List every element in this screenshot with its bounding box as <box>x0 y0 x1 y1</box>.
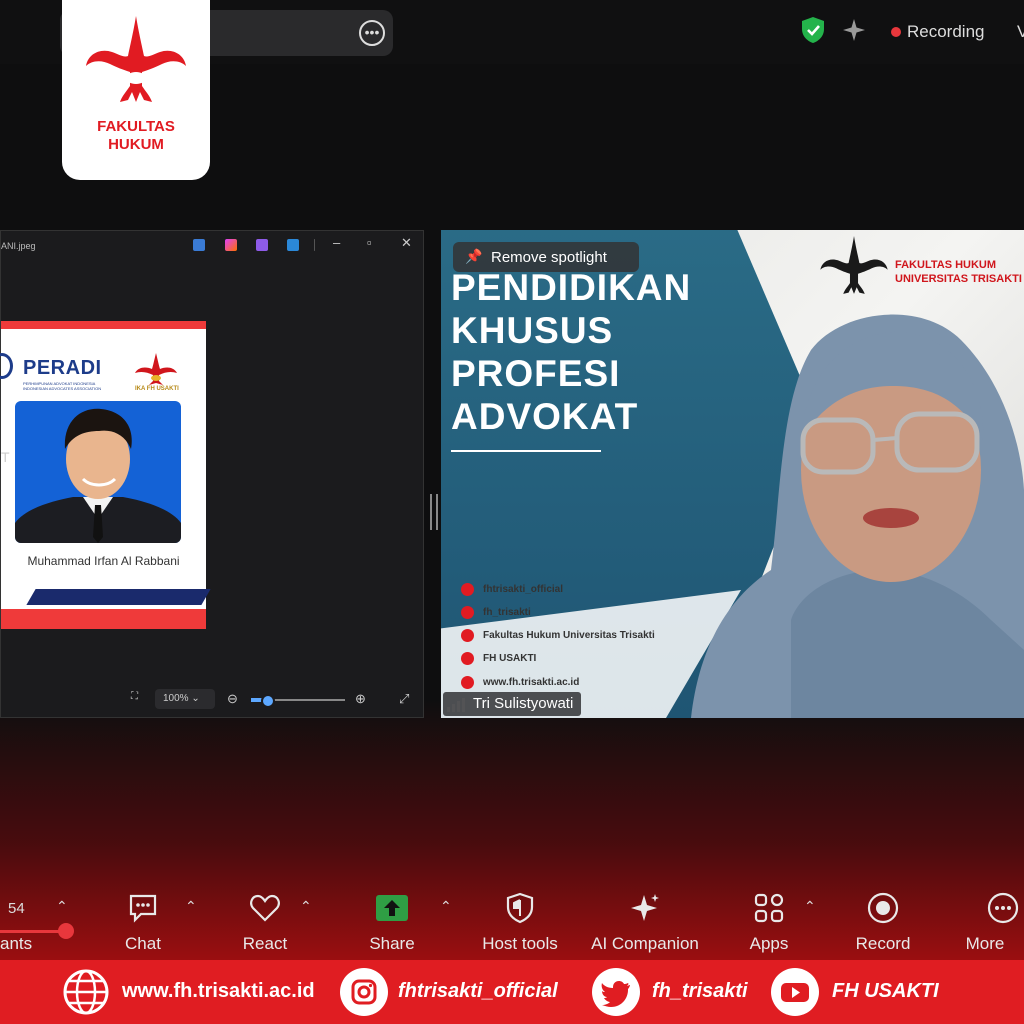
split-resize-handle[interactable] <box>430 494 438 530</box>
participants-count: 54 <box>8 900 25 917</box>
share-label: Share <box>369 934 415 953</box>
org-name: PERADI <box>23 357 102 379</box>
org-subtitle: PERHIMPUNAN ADVOKAT INDONESIA INDONESIAN… <box>23 381 102 391</box>
person-name: Muhammad Irfan Al Rabbani <box>27 554 180 568</box>
youtube-icon <box>771 968 819 1016</box>
zoom-out-icon[interactable]: ⊖ <box>227 691 238 707</box>
edit-icon[interactable] <box>193 239 205 251</box>
institution-name: FAKULTAS HUKUM UNIVERSITAS TRISAKTI <box>895 258 1022 286</box>
view-button-cut[interactable]: V <box>1017 22 1024 42</box>
apps-label: Apps <box>749 934 789 953</box>
toolbar-divider <box>314 239 315 251</box>
meeting-toolbar: 54 ⌃ ants Chat ⌃ React ⌃ Share ⌃ Host to… <box>0 880 1024 960</box>
slide-title-line2: KHUSUS <box>451 310 614 351</box>
shield-icon <box>506 892 534 924</box>
react-caret-icon[interactable]: ⌃ <box>300 898 312 915</box>
recording-label[interactable]: Recording <box>907 22 985 42</box>
chat-label: Chat <box>125 934 161 953</box>
speaker-video-tile[interactable]: PENDIDIKAN KHUSUS PROFESI ADVOKAT fhtris… <box>441 230 1024 718</box>
institution-line2: UNIVERSITAS TRISAKTI <box>895 273 1022 285</box>
more-label: More <box>965 934 1005 953</box>
share-caret-icon[interactable]: ⌃ <box>440 898 452 915</box>
remove-spotlight-button[interactable]: 📌 Remove spotlight <box>453 242 639 272</box>
globe-icon <box>461 676 474 689</box>
fullscreen-icon[interactable]: ⤢ <box>399 691 409 707</box>
speaker-name-tag: Tri Sulistyowati <box>443 692 582 716</box>
zoom-slider-knob[interactable] <box>261 694 275 708</box>
twitter-icon <box>461 606 474 619</box>
shared-image-viewer-window[interactable]: ANI.jpeg – ▫ ✕ PERADI PERHIMPUNAN ADVOKA… <box>0 230 424 718</box>
ellipsis-icon[interactable]: ••• <box>359 20 385 46</box>
more-icon <box>987 892 1019 924</box>
share-icon <box>376 895 408 921</box>
participants-label[interactable]: ants <box>0 934 32 954</box>
footer-youtube: FH USAKTI <box>832 980 939 1002</box>
record-label: Record <box>855 934 911 953</box>
security-shield-icon[interactable] <box>800 16 826 44</box>
apps-caret-icon[interactable]: ⌃ <box>804 898 816 915</box>
facebook-icon <box>461 629 474 642</box>
sparkle-icon <box>631 894 659 921</box>
member-id-card: PERADI PERHIMPUNAN ADVOKAT INDONESIA IND… <box>0 321 211 629</box>
zoom-select[interactable]: 100% ⌄ <box>155 689 215 709</box>
faculty-logo-card: FAKULTAS HUKUM <box>62 0 210 180</box>
globe-icon <box>63 969 109 1015</box>
heart-icon <box>250 894 280 922</box>
side-letter: T <box>1 449 10 465</box>
participants-caret-icon[interactable]: ⌃ <box>56 898 68 915</box>
apps-icon <box>754 893 784 923</box>
fit-view-icon[interactable]: ⛶ <box>131 691 138 702</box>
slide-title-line1: PENDIDIKAN <box>451 267 692 308</box>
peradi-logo-icon <box>0 353 13 379</box>
slide-title-line3: PROFESI <box>451 353 621 394</box>
branding-footer: www.fh.trisakti.ac.id fhtrisakti_officia… <box>0 960 1024 1024</box>
faculty-emblem-icon <box>86 16 186 102</box>
ai-companion-label: AI Companion <box>591 934 699 953</box>
speaker-name: Tri Sulistyowati <box>473 695 574 712</box>
minimize-icon[interactable]: – <box>333 235 340 250</box>
footer-instagram: fhtrisakti_official <box>398 980 558 1002</box>
recording-dot-icon <box>891 27 901 37</box>
footer-website: www.fh.trisakti.ac.id <box>122 980 315 1002</box>
close-icon[interactable]: ✕ <box>401 235 412 251</box>
record-icon <box>867 892 899 924</box>
remove-spotlight-label: Remove spotlight <box>491 249 607 266</box>
card-body: PERADI PERHIMPUNAN ADVOKAT INDONESIA IND… <box>0 329 211 609</box>
logo-text-line2: HUKUM <box>108 136 164 153</box>
chat-caret-icon[interactable]: ⌃ <box>185 898 197 915</box>
window-title: ANI.jpeg <box>1 241 36 251</box>
onedrive-icon[interactable] <box>287 239 299 251</box>
paint-icon[interactable] <box>225 239 237 251</box>
clipchamp-icon[interactable] <box>256 239 268 251</box>
chat-icon <box>129 894 157 923</box>
faculty-emblem-small-icon <box>820 236 888 294</box>
footer-twitter: fh_trisakti <box>652 980 748 1002</box>
twitter-icon <box>592 968 640 1016</box>
participants-progress-knob <box>58 923 74 939</box>
youtube-icon <box>461 652 474 665</box>
institution-line1: FAKULTAS HUKUM <box>895 259 997 271</box>
alumni-emblem-icon <box>135 353 177 385</box>
instagram-icon <box>461 583 474 596</box>
card-stripe <box>26 589 211 605</box>
sparkle-icon[interactable] <box>842 18 866 42</box>
speaker-figure <box>691 314 1024 718</box>
slide-title-underline <box>451 450 601 452</box>
alumni-label: IKA FH USAKTI <box>135 386 179 392</box>
pin-icon: 📌 <box>465 248 483 264</box>
host-tools-label: Host tools <box>482 934 558 953</box>
person-photo <box>15 401 181 543</box>
slide-title-line4: ADVOKAT <box>451 396 639 437</box>
slide-title: PENDIDIKAN KHUSUS PROFESI ADVOKAT <box>451 266 691 438</box>
react-label: React <box>242 934 288 953</box>
instagram-icon <box>340 968 388 1016</box>
participants-progress-line <box>0 930 66 933</box>
zoom-value: 100% <box>163 693 189 704</box>
restore-icon[interactable]: ▫ <box>367 235 372 250</box>
logo-text-line1: FAKULTAS <box>97 118 175 135</box>
zoom-in-icon[interactable]: ⊕ <box>355 691 366 707</box>
